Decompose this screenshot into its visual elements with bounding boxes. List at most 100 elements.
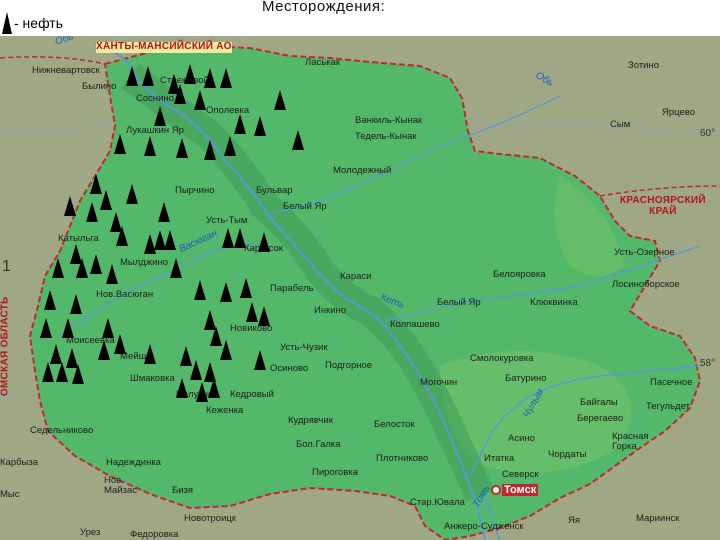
krasnoyarsk-label: КРАСНОЯРСКИЙ КРАЙ xyxy=(620,195,706,217)
oil-field-triangle-icon xyxy=(204,68,216,88)
place-chordaty: Чордаты xyxy=(548,449,587,460)
place-gorka: Горка xyxy=(612,441,637,452)
header: - нефть Месторождения: xyxy=(0,0,720,36)
place-podgornoe: Подгорное xyxy=(325,360,373,371)
place-tedel-kynak: Тедель-Кынак xyxy=(355,131,417,142)
oil-field-triangle-icon xyxy=(176,138,188,158)
legend-label: - нефть xyxy=(14,15,63,31)
grid-label: 1 xyxy=(2,258,11,275)
place-batyrino: Батурино xyxy=(505,373,547,384)
oil-field-triangle-icon xyxy=(126,184,138,204)
oil-field-triangle-icon xyxy=(144,234,156,254)
place-losinoborskoe: Лосиноборское xyxy=(612,279,680,290)
place-vankil-kynak: Ванкиль-Кынак xyxy=(355,115,423,126)
place-itatka: Итатка xyxy=(484,453,515,464)
oil-field-triangle-icon xyxy=(50,344,62,364)
place-zotino: Зотино xyxy=(628,60,660,71)
place-katylga: Катыльга xyxy=(58,233,99,244)
oil-field-triangle-icon xyxy=(224,136,236,156)
oil-field-triangle-icon xyxy=(170,258,182,278)
place-bulvar: Бульвар xyxy=(256,185,293,196)
oil-field-triangle-icon xyxy=(240,278,252,298)
oil-field-triangle-icon xyxy=(42,362,54,382)
oil-field-triangle-icon xyxy=(2,12,12,34)
place-nov-vasyugan: Нов.Васюган xyxy=(96,289,154,300)
oil-field-triangle-icon xyxy=(184,64,196,84)
oil-field-triangle-icon xyxy=(126,66,138,86)
place-kolpashevo: Колпашево xyxy=(390,319,440,330)
place-beregaevo: Берегаево xyxy=(577,413,624,424)
place-asino: Асино xyxy=(508,433,535,444)
place-plotnikovo: Плотниково xyxy=(376,453,429,464)
oil-field-triangle-icon xyxy=(72,364,84,384)
place-karbyza: Карбыза xyxy=(0,457,39,468)
place-mariinsk: Мариинск xyxy=(636,513,680,524)
oil-field-triangle-icon xyxy=(44,290,56,310)
place-belostok: Белосток xyxy=(374,419,415,430)
place-mys: Мыс xyxy=(0,489,20,500)
oil-field-triangle-icon xyxy=(56,362,68,382)
place-tomsk: Томск xyxy=(502,484,539,496)
place-pirogovka: Пироговка xyxy=(312,467,358,478)
grid-label: 58° xyxy=(700,358,716,369)
oil-field-triangle-icon xyxy=(100,190,112,210)
oil-field-triangle-icon xyxy=(158,202,170,222)
oil-field-triangle-icon xyxy=(114,134,126,154)
legend: - нефть xyxy=(2,10,63,36)
oil-field-triangle-icon xyxy=(40,318,52,338)
oil-field-triangle-icon xyxy=(234,114,246,134)
oil-field-triangle-icon xyxy=(220,282,232,302)
oil-field-triangle-icon xyxy=(164,230,176,250)
khanty-label: ХАНТЫ-МАНСИЙСКИЙ АО xyxy=(96,41,232,53)
place-bylino: Былино xyxy=(82,81,117,92)
place-sym: Сым xyxy=(610,119,631,130)
oil-field-triangle-icon xyxy=(62,318,74,338)
oil-field-triangle-icon xyxy=(64,196,76,216)
oil-field-triangle-icon xyxy=(98,340,110,360)
oil-field-triangle-icon xyxy=(220,68,232,88)
place-baygaly: Байгалы xyxy=(580,397,618,408)
oil-field-triangle-icon xyxy=(70,294,82,314)
oil-field-triangle-icon xyxy=(234,228,246,248)
place-ust-ozernoe: Усть-Озерное xyxy=(614,247,675,258)
place-ust-chuzik: Усть-Чузик xyxy=(280,342,328,353)
oil-field-triangle-icon xyxy=(106,264,118,284)
slide-title: Месторождения: xyxy=(262,0,386,15)
krasnoyarsk-label-line1: КРАСНОЯРСКИЙ xyxy=(620,195,706,206)
oil-field-triangle-icon xyxy=(174,84,186,104)
place-ust-tym: Усть-Тым xyxy=(206,215,248,226)
oil-field-triangle-icon xyxy=(254,116,266,136)
place-novotroitsk: Новотроицк xyxy=(184,513,236,524)
place-sosnino: Соснино xyxy=(136,93,174,104)
place-osinovo: Осиново xyxy=(270,363,309,374)
oil-field-triangle-icon xyxy=(222,228,234,248)
oil-field-triangle-icon xyxy=(274,90,286,110)
oil-field-triangle-icon xyxy=(194,90,206,110)
oil-field-triangle-icon xyxy=(246,302,258,322)
place-bely-yar: Белый Яр xyxy=(437,297,481,308)
map: ХАНТЫ-МАНСИЙСКИЙ АО КРАСНОЯРСКИЙ КРАЙ ОМ… xyxy=(0,36,720,540)
place-bizya: Бизя xyxy=(172,485,194,496)
tomsk-marker xyxy=(491,485,501,495)
oil-field-triangle-icon xyxy=(254,350,266,370)
place-bol-galka: Бол.Галка xyxy=(296,439,341,450)
place-pasechnoe: Пасечное xyxy=(650,377,693,388)
oil-field-triangle-icon xyxy=(86,202,98,222)
place-molodezhny: Молодежный xyxy=(333,165,392,176)
oil-field-triangle-icon xyxy=(52,258,64,278)
place-inkino: Инкино xyxy=(314,305,347,316)
place-star-yuvala: Стар.Ювала xyxy=(410,497,465,508)
grid-label: 60° xyxy=(700,128,716,139)
oil-field-triangle-icon xyxy=(210,326,222,346)
oil-field-triangle-icon xyxy=(116,226,128,246)
place-bely-yar-north: Белый Яр xyxy=(283,201,327,212)
oil-field-triangle-icon xyxy=(292,130,304,150)
place-beloyarovka: Белояровка xyxy=(493,269,546,280)
krasnoyarsk-label-line2: КРАЙ xyxy=(649,205,677,217)
oil-field-triangle-icon xyxy=(176,378,188,398)
oil-field-triangle-icon xyxy=(76,258,88,278)
place-yartsevo: Ярцево xyxy=(662,107,695,118)
oil-field-triangle-icon xyxy=(196,382,208,402)
oil-field-triangle-icon xyxy=(154,106,166,126)
oil-field-triangle-icon xyxy=(144,344,156,364)
